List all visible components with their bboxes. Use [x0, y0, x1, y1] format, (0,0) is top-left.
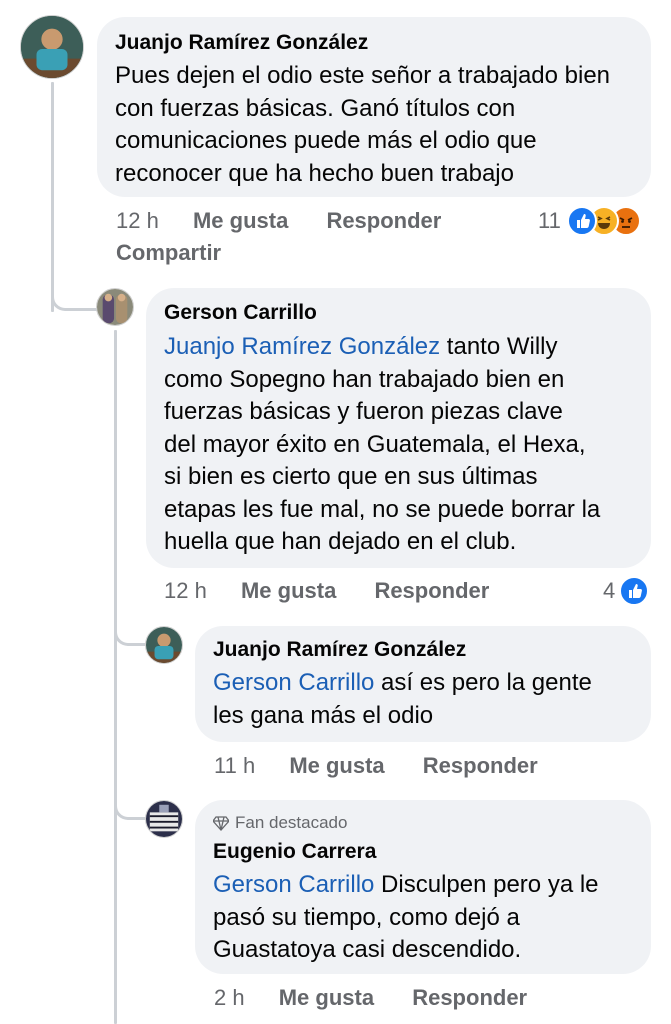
comment-text-line: como Sopegno han trabajado bien en	[164, 365, 565, 393]
reaction-count: 11	[538, 208, 561, 233]
mention-link[interactable]: Juanjo Ramírez González	[164, 333, 440, 360]
top-fan-badge: Fan destacado	[213, 812, 633, 834]
comment-bubble: Gerson Carrillo Juanjo Ramírez González …	[146, 288, 651, 568]
comment-time[interactable]: 12 h	[164, 578, 207, 603]
comment-bubble: Fan destacado Eugenio Carrera Gerson Car…	[195, 800, 651, 974]
reaction-summary[interactable]: 11	[538, 206, 641, 236]
mention-link[interactable]: Gerson Carrillo	[213, 669, 374, 696]
top-fan-label: Fan destacado	[235, 813, 348, 832]
like-button[interactable]: Me gusta	[193, 208, 288, 233]
avatar-image	[21, 16, 83, 78]
comment-text-line: Disculpen pero ya le	[374, 871, 599, 898]
comment-text-line: etapas les fue mal, no se puede borrar l…	[164, 495, 601, 523]
avatar[interactable]	[145, 626, 183, 664]
reply-connector	[114, 598, 146, 646]
avatar[interactable]	[96, 288, 134, 326]
comment-text-line: tanto Willy	[440, 333, 558, 360]
comment-bubble: Juanjo Ramírez González Gerson Carrillo …	[195, 626, 651, 742]
comment-text-line: así es pero la gente	[374, 669, 592, 696]
reaction-summary[interactable]: 4	[603, 576, 650, 606]
share-button[interactable]: Compartir	[116, 240, 221, 266]
comment-actions: 12 h Me gusta Responder	[164, 578, 489, 604]
mention-link[interactable]: Gerson Carrillo	[213, 871, 374, 898]
reaction-count: 4	[603, 578, 616, 603]
reply-connector	[51, 255, 97, 311]
comment-time[interactable]: 11 h	[214, 753, 255, 778]
avatar[interactable]	[20, 15, 84, 79]
reply-button[interactable]: Responder	[423, 753, 538, 778]
like-button[interactable]: Me gusta	[289, 753, 384, 778]
comment-author[interactable]: Juanjo Ramírez González	[115, 29, 633, 57]
comment-time[interactable]: 12 h	[116, 208, 159, 233]
comment-actions: 12 h Me gusta Responder	[116, 208, 441, 234]
like-button[interactable]: Me gusta	[279, 985, 374, 1010]
comment-text-line: del mayor éxito en Guatemala, el Hexa,	[164, 430, 586, 458]
comment-text: Pues dejen el odio este señor a trabajad…	[115, 62, 611, 187]
share-label: Compartir	[116, 240, 222, 265]
comment-bubble: Juanjo Ramírez González Pues dejen el od…	[97, 17, 651, 197]
comment-author[interactable]: Gerson Carrillo	[164, 299, 633, 327]
avatar[interactable]	[145, 800, 183, 838]
comment-text-line: les gana más el odio	[213, 701, 434, 729]
comment-author[interactable]: Juanjo Ramírez González	[213, 636, 633, 664]
comment-text-line: Guastatoya casi descendido.	[213, 936, 522, 963]
comment-text-line: huella que han dejado en el club.	[164, 528, 517, 555]
like-icon	[566, 206, 597, 236]
thread-line	[114, 330, 117, 1024]
comment-text-line: fuerzas básicas y fueron piezas clave	[164, 398, 563, 425]
avatar-image	[146, 801, 182, 837]
like-button[interactable]: Me gusta	[241, 578, 336, 603]
reply-button[interactable]: Responder	[374, 578, 489, 603]
like-icon	[619, 576, 650, 606]
comment-text-line: si bien es cierto que en sus últimas	[164, 463, 538, 490]
avatar-image	[146, 627, 182, 663]
reply-button[interactable]: Responder	[326, 208, 441, 233]
comment-time[interactable]: 2 h	[214, 985, 245, 1010]
reply-button[interactable]: Responder	[412, 985, 527, 1010]
comment-author[interactable]: Eugenio Carrera	[213, 838, 633, 866]
avatar-image	[97, 289, 133, 325]
diamond-icon	[213, 816, 229, 831]
comment-actions: 2 h Me gusta Responder	[214, 985, 527, 1011]
comment-actions: 11 h Me gusta Responder	[214, 753, 538, 779]
comment-text: Gerson Carrillo así es pero la gente les…	[213, 667, 633, 732]
comment-text: Gerson Carrillo Disculpen pero ya le pas…	[213, 869, 633, 967]
comment-text-line: pasó su tiempo, como dejó a	[213, 903, 520, 931]
comment-text: Juanjo Ramírez González tanto Willy como…	[164, 331, 633, 559]
reply-connector	[114, 770, 146, 820]
